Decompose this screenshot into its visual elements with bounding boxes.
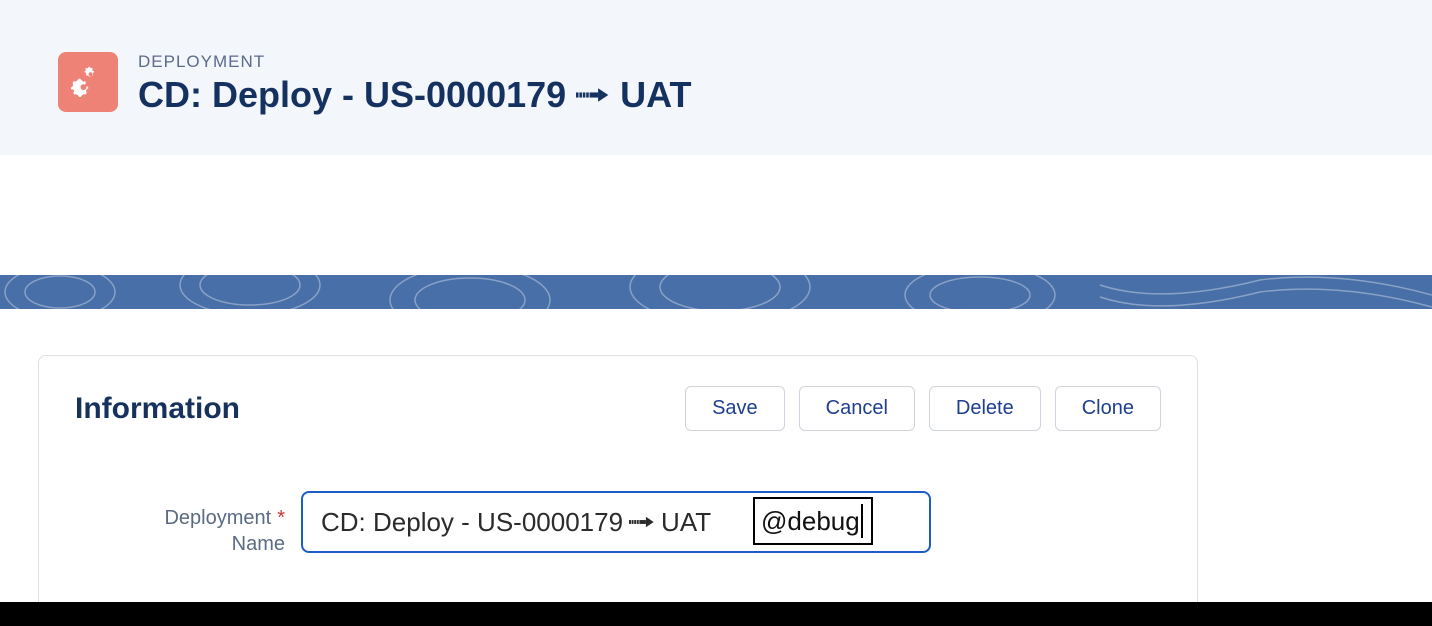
input-value-suffix: UAT (661, 507, 711, 538)
arrow-right-icon (576, 85, 610, 105)
record-title: CD: Deploy - US-0000179 UAT (138, 74, 691, 116)
main-content: Information Save Cancel Delete Clone Dep… (0, 309, 1432, 626)
ime-text: @debug (761, 506, 860, 537)
gears-icon (71, 65, 105, 99)
deployment-name-input-wrap: CD: Deploy - US-0000179 UAT @debug (301, 491, 931, 553)
decorative-divider (0, 275, 1432, 309)
sub-header-blank (0, 155, 1432, 275)
information-card: Information Save Cancel Delete Clone Dep… (38, 355, 1198, 618)
deployment-record-icon (58, 52, 118, 112)
ime-composition-box[interactable]: @debug (753, 497, 873, 545)
card-header: Information Save Cancel Delete Clone (75, 386, 1161, 431)
section-title: Information (75, 392, 240, 426)
delete-button[interactable]: Delete (929, 386, 1041, 431)
input-value-prefix: CD: Deploy - US-0000179 (321, 507, 623, 538)
record-title-prefix: CD: Deploy - US-0000179 (138, 74, 566, 116)
clone-button[interactable]: Clone (1055, 386, 1161, 431)
record-title-suffix: UAT (620, 74, 691, 116)
record-header: DEPLOYMENT CD: Deploy - US-0000179 UAT (0, 0, 1432, 155)
deployment-name-field: Deployment * Name CD: Deploy - US-0000179… (75, 491, 1161, 557)
deployment-name-label: Deployment * Name (75, 491, 285, 557)
cancel-button[interactable]: Cancel (799, 386, 915, 431)
save-button[interactable]: Save (685, 386, 785, 431)
wave-pattern-icon (0, 275, 1432, 309)
required-star-icon: * (277, 507, 285, 529)
action-buttons: Save Cancel Delete Clone (685, 386, 1161, 431)
bottom-black-bar (0, 602, 1432, 626)
text-caret-icon (861, 504, 863, 538)
label-line1: Deployment (164, 507, 271, 529)
object-type-label: DEPLOYMENT (138, 52, 691, 72)
arrow-right-icon (629, 514, 655, 530)
label-line2: Name (232, 533, 285, 555)
